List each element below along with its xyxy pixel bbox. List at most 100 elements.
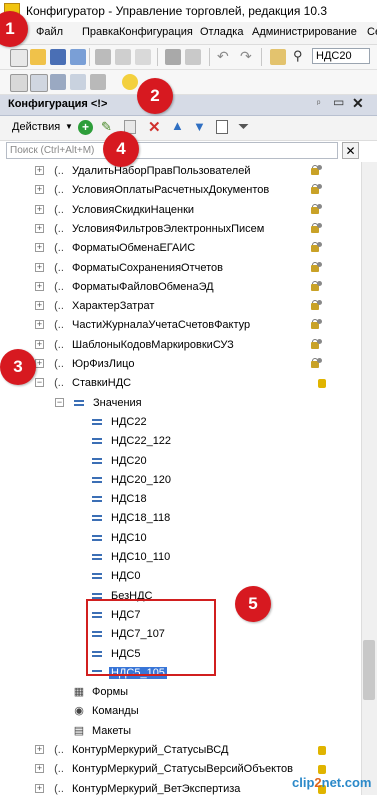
menu-bar: Файл Правка Конфигурация Отладка Админис…	[0, 22, 377, 45]
enum-value-icon	[92, 573, 102, 580]
expand-icon[interactable]: +	[35, 281, 44, 291]
expand-icon[interactable]: +	[35, 339, 44, 349]
tree-item[interactable]: + (.. УсловияОплатыРасчетныхДокументов	[0, 181, 360, 200]
actions-menu-button[interactable]: Действия	[12, 121, 60, 133]
run-debug-icon[interactable]	[122, 74, 138, 90]
paste-icon[interactable]	[135, 49, 151, 65]
tree-item[interactable]: + (.. ЮрФизЛицо	[0, 355, 360, 374]
tree-item-label: СтавкиНДС	[72, 377, 132, 390]
enum-value-item[interactable]: НДС10	[0, 529, 360, 548]
enum-value-item[interactable]: НДС18	[0, 490, 360, 509]
move-down-icon[interactable]: ▼	[193, 119, 206, 134]
print-icon[interactable]	[165, 49, 181, 65]
add-icon[interactable]: +	[78, 120, 93, 135]
enum-object-icon: (..	[54, 763, 64, 776]
expand-icon[interactable]: +	[35, 301, 44, 311]
tree-item[interactable]: + (.. ХарактерЗатрат	[0, 297, 360, 316]
tree-subitem[interactable]: ▤ Макеты	[0, 722, 360, 741]
menu-configuration[interactable]: Конфигурация	[119, 26, 193, 38]
tree-item-values-group[interactable]: − Значения	[0, 394, 360, 413]
tree-item-label: КонтурМеркурий_ВетЭкспертиза	[72, 782, 241, 795]
filter-icon[interactable]: ⏷	[238, 118, 249, 135]
find-in-files-icon[interactable]	[270, 49, 286, 65]
step-marker-3: 3	[0, 349, 36, 385]
tree-scrollbar[interactable]	[361, 162, 377, 795]
sort-icon[interactable]	[216, 120, 228, 134]
cut-icon[interactable]	[95, 49, 111, 65]
templates-icon: ▤	[73, 724, 85, 737]
menu-more[interactable]: Се	[367, 26, 377, 38]
enum-value-icon	[92, 496, 102, 503]
edit-icon[interactable]: ✎	[101, 119, 112, 135]
tree-item[interactable]: + (.. ФорматыОбменаЕГАИС	[0, 239, 360, 258]
expand-icon[interactable]: +	[35, 185, 44, 195]
expand-icon[interactable]: +	[35, 223, 44, 233]
expand-icon[interactable]: +	[35, 783, 44, 793]
tree-item-label: НДС22	[111, 415, 147, 428]
dock-icon[interactable]: ▭	[333, 95, 344, 109]
menu-debug[interactable]: Отладка	[200, 26, 243, 38]
tree-item[interactable]: + (.. УсловияСкидкиНаценки	[0, 201, 360, 220]
redo-icon[interactable]: ↷	[240, 48, 252, 65]
open-folder-icon[interactable]	[30, 49, 46, 65]
tree-item[interactable]: + (.. КонтурМеркурий_СтатусыВСД	[0, 741, 360, 760]
tree-scroll-thumb[interactable]	[363, 640, 375, 700]
delete-icon[interactable]: ✕	[148, 118, 161, 136]
tree-item[interactable]: + (.. УсловияФильтровЭлектронныхПисем	[0, 220, 360, 239]
config-panel-title: Конфигурация <!>	[8, 98, 108, 110]
db-config-icon[interactable]	[30, 74, 48, 92]
menu-file[interactable]: Файл	[36, 26, 63, 38]
collapse-icon[interactable]: −	[55, 397, 64, 407]
expand-icon[interactable]: +	[35, 320, 44, 330]
menu-administration[interactable]: Администрирование	[252, 26, 357, 38]
expand-icon[interactable]: +	[35, 166, 44, 175]
enum-object-icon: (..	[54, 261, 64, 274]
rights-lock-icon	[311, 358, 322, 370]
enum-value-item[interactable]: НДС22_122	[0, 432, 360, 451]
tree-subitem[interactable]: ▦ Формы	[0, 683, 360, 702]
expand-icon[interactable]: +	[35, 243, 44, 253]
tree-item[interactable]: + (.. ФорматыСохраненияОтчетов	[0, 259, 360, 278]
pin-icon[interactable]: ᵖ	[317, 98, 320, 108]
undo-icon[interactable]: ↶	[217, 48, 229, 65]
tree-item[interactable]: + (.. ФорматыФайловОбменаЭД	[0, 278, 360, 297]
new-file-icon[interactable]	[10, 49, 28, 67]
tree-item-label: УсловияОплатыРасчетныхДокументов	[72, 184, 270, 197]
config-window-icon[interactable]	[10, 74, 28, 92]
enum-object-icon: (..	[54, 744, 64, 756]
tree-item[interactable]: + (.. УдалитьНаборПравПользователей	[0, 162, 360, 181]
enum-value-item[interactable]: НДС0	[0, 567, 360, 586]
save-icon[interactable]	[50, 49, 66, 65]
update-db-icon[interactable]	[50, 74, 66, 90]
save-all-icon[interactable]	[70, 49, 86, 65]
copy-icon[interactable]	[115, 49, 131, 65]
enum-value-item[interactable]: НДС22	[0, 413, 360, 432]
expand-icon[interactable]: +	[35, 204, 44, 214]
preview-icon[interactable]	[185, 49, 201, 65]
tree-item[interactable]: + (.. ШаблоныКодовМаркировкиСУЗ	[0, 336, 360, 355]
close-icon[interactable]: ✕	[352, 95, 364, 112]
tree-item[interactable]: − (.. СтавкиНДС	[0, 374, 360, 393]
expand-icon[interactable]: +	[35, 359, 44, 368]
menu-edit[interactable]: Правка	[82, 26, 119, 38]
compare-icon[interactable]	[70, 74, 86, 90]
tools-icon[interactable]	[90, 74, 106, 90]
filter-input[interactable]: Поиск (Ctrl+Alt+M)	[6, 142, 338, 159]
enum-value-item[interactable]: НДС20_120	[0, 471, 360, 490]
enum-value-item[interactable]: НДС10_110	[0, 548, 360, 567]
main-toolbar: ↶ ↷ ⚲ НДС20	[0, 45, 377, 70]
enum-value-item[interactable]: НДС20	[0, 452, 360, 471]
tree-item[interactable]: + (.. ЧастиЖурналаУчетаСчетовФактур	[0, 316, 360, 335]
config-panel-header: Конфигурация <!> ᵖ ▭ ✕	[0, 95, 377, 116]
tree-subitem[interactable]: ◉ Команды	[0, 702, 360, 721]
expand-icon[interactable]: +	[35, 745, 44, 754]
toolbar-separator	[261, 48, 262, 66]
move-up-icon[interactable]: ▲	[171, 118, 184, 133]
search-input[interactable]: НДС20	[312, 48, 370, 64]
expand-icon[interactable]: +	[35, 764, 44, 774]
enum-value-item[interactable]: НДС18_118	[0, 509, 360, 528]
clear-filter-icon[interactable]: ✕	[342, 142, 359, 159]
collapse-icon[interactable]: −	[35, 378, 44, 388]
tree-item-label: УдалитьНаборПравПользователей	[72, 165, 251, 177]
expand-icon[interactable]: +	[35, 262, 44, 272]
